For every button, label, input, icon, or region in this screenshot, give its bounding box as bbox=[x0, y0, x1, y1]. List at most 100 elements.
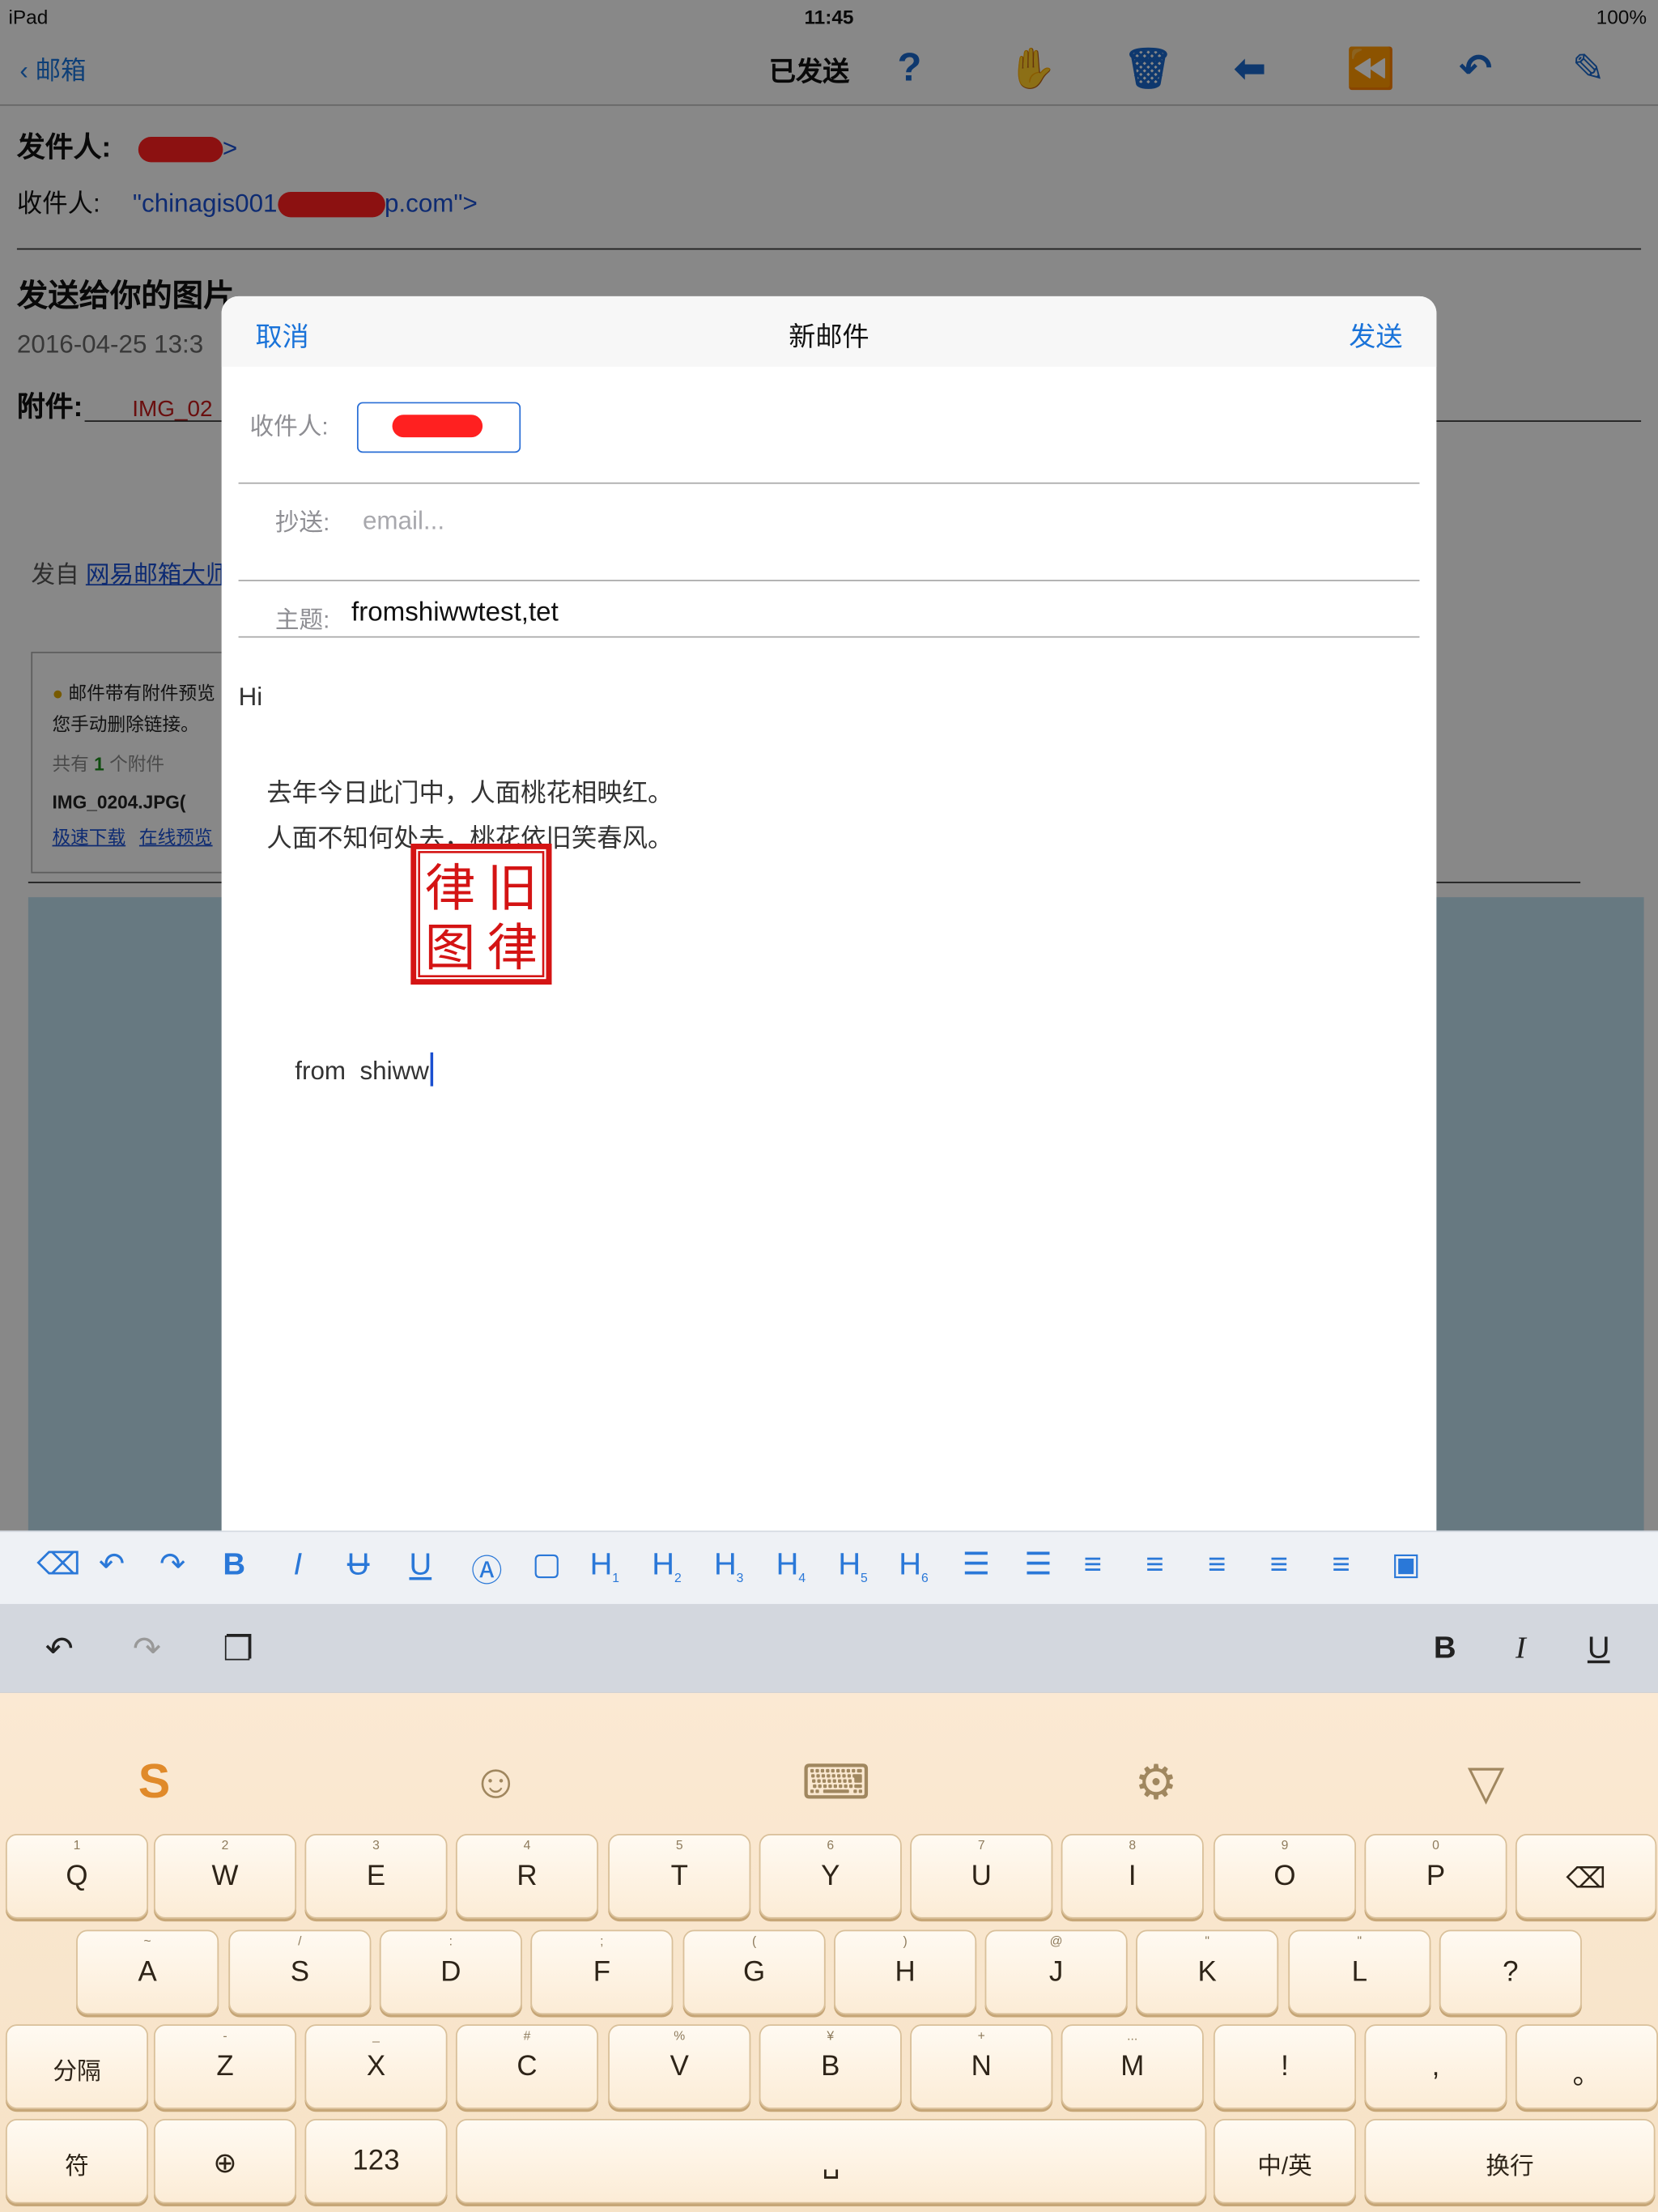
key-label: H bbox=[895, 1956, 916, 1988]
bold-button[interactable]: B bbox=[1434, 1629, 1456, 1665]
key-secondary-label: 5 bbox=[675, 1838, 683, 1853]
italic-button[interactable]: I bbox=[1516, 1629, 1526, 1665]
key-1-3[interactable]: 3E bbox=[304, 1834, 448, 1919]
send-button[interactable]: 发送 bbox=[1349, 316, 1402, 354]
hide-keyboard-icon[interactable]: ▽ bbox=[1468, 1755, 1505, 1811]
redo-icon[interactable]: ↷ bbox=[159, 1546, 185, 1583]
divider bbox=[238, 580, 1420, 581]
key-4-3[interactable]: 123 bbox=[304, 2119, 448, 2204]
key-4-5[interactable]: 中/英 bbox=[1213, 2119, 1357, 2204]
ordered-list-icon[interactable]: ≡ bbox=[1084, 1546, 1102, 1583]
key-label: C bbox=[517, 2051, 538, 2082]
key-1-9[interactable]: 9O bbox=[1213, 1834, 1357, 1919]
outdent-icon[interactable]: ☰ bbox=[1024, 1546, 1052, 1583]
key-secondary-label: ( bbox=[752, 1933, 757, 1949]
align-right-icon[interactable]: ≡ bbox=[1332, 1546, 1350, 1583]
backspace-key[interactable]: ⌫ bbox=[1515, 1834, 1657, 1919]
align-center-icon[interactable]: ≡ bbox=[1270, 1546, 1288, 1583]
h5-icon[interactable]: H5 bbox=[838, 1546, 867, 1585]
key-label: Q bbox=[66, 1861, 88, 1892]
key-4-6[interactable]: 换行 bbox=[1364, 2119, 1656, 2204]
key-2-8[interactable]: " K bbox=[1136, 1929, 1279, 2015]
key-4-2[interactable]: ⊕ bbox=[153, 2119, 297, 2204]
key-3-2[interactable]: -Z bbox=[153, 2024, 297, 2109]
indent-icon[interactable]: ☰ bbox=[963, 1546, 990, 1583]
key-1-1[interactable]: 1Q bbox=[5, 1834, 149, 1919]
underline-button[interactable]: U bbox=[1588, 1629, 1610, 1665]
h3-icon[interactable]: H3 bbox=[714, 1546, 743, 1585]
key-1-10[interactable]: 0P bbox=[1364, 1834, 1507, 1919]
key-2-4[interactable]: ; F bbox=[530, 1929, 674, 2015]
bold-icon[interactable]: B bbox=[223, 1546, 245, 1583]
key-secondary-label: : bbox=[449, 1933, 453, 1949]
key-label: O bbox=[1273, 1861, 1296, 1892]
backspace-icon: ⌫ bbox=[1566, 1863, 1606, 1895]
insert-image-icon[interactable]: ▣ bbox=[1392, 1546, 1421, 1583]
key-3-11[interactable]: 。 bbox=[1515, 2024, 1658, 2109]
settings-gear-icon[interactable]: ⚙ bbox=[1134, 1755, 1177, 1811]
body-editor[interactable]: Hi 去年今日此门中，人面桃花相映红。 人面不知何处去，桃花依旧笑春风。 bbox=[222, 638, 1437, 1538]
key-3-3[interactable]: _ X bbox=[304, 2024, 448, 2109]
key-3-6[interactable]: ¥ B bbox=[759, 2024, 902, 2109]
key-3-4[interactable]: # C bbox=[455, 2024, 599, 2109]
cc-input[interactable]: email... bbox=[363, 507, 444, 537]
key-3-1[interactable]: 分隔 bbox=[5, 2024, 149, 2109]
h2-icon[interactable]: H2 bbox=[652, 1546, 681, 1585]
key-3-9[interactable]: ! bbox=[1213, 2024, 1357, 2109]
emoji-icon[interactable]: ☺ bbox=[471, 1755, 521, 1810]
recipient-chip[interactable] bbox=[356, 402, 521, 453]
key-3-7[interactable]: + N bbox=[910, 2024, 1053, 2109]
key-2-6[interactable]: ) H bbox=[834, 1929, 977, 2015]
key-4-1[interactable]: 符 bbox=[5, 2119, 149, 2204]
key-secondary-label: 7 bbox=[977, 1838, 985, 1853]
body-signature: from shiww bbox=[295, 1057, 429, 1085]
key-1-6[interactable]: 6Y bbox=[759, 1834, 902, 1919]
key-1-8[interactable]: 8I bbox=[1061, 1834, 1204, 1919]
key-2-10[interactable]: ? bbox=[1439, 1929, 1582, 2015]
key-2-1[interactable]: ~ A bbox=[76, 1929, 219, 2015]
align-left-icon[interactable]: ≡ bbox=[1208, 1546, 1226, 1583]
screen: iPad 11:45 100% ‹ 邮箱 已发送 ? ✋ 🗑 ⬅ ⏪ ↶ ✎ 发… bbox=[0, 0, 1658, 2212]
key-secondary-label: + bbox=[977, 2028, 985, 2043]
key-label: E bbox=[366, 1861, 386, 1892]
undo-icon[interactable]: ↶ bbox=[45, 1629, 74, 1670]
key-2-7[interactable]: @ J bbox=[984, 1929, 1128, 2015]
key-label: L bbox=[1351, 1956, 1368, 1988]
italic-icon[interactable]: I bbox=[294, 1546, 303, 1583]
paste-icon[interactable]: ❐ bbox=[223, 1629, 253, 1670]
key-1-2[interactable]: 2W bbox=[153, 1834, 297, 1919]
key-3-8[interactable]: ... M bbox=[1061, 2024, 1204, 2109]
format-toolbar: ⌫ ↶ ↷ B I U U Ⓐ ▢ H1 H2 H3 H4 H5 H6 ☰ ☰ … bbox=[0, 1530, 1658, 1606]
strikethrough-icon[interactable]: U bbox=[347, 1546, 370, 1583]
key-4-4[interactable]: ␣ bbox=[455, 2119, 1207, 2204]
undo-icon[interactable]: ↶ bbox=[99, 1546, 125, 1583]
key-2-2[interactable]: / S bbox=[228, 1929, 372, 2015]
compose-title: 新邮件 bbox=[789, 322, 869, 353]
key-3-10[interactable]: , bbox=[1364, 2024, 1507, 2109]
sogou-logo-icon[interactable]: S bbox=[138, 1755, 171, 1810]
highlight-icon[interactable]: ▢ bbox=[532, 1546, 561, 1583]
keyboard-icon[interactable]: ⌨ bbox=[801, 1755, 871, 1811]
subject-input[interactable]: fromshiwwtest,tet bbox=[351, 598, 559, 629]
redo-icon[interactable]: ↷ bbox=[133, 1629, 161, 1670]
key-3-5[interactable]: % V bbox=[608, 2024, 751, 2109]
key-label: K bbox=[1197, 1956, 1217, 1988]
key-2-3[interactable]: :D bbox=[379, 1929, 522, 2015]
unordered-list-icon[interactable]: ≡ bbox=[1146, 1546, 1163, 1583]
key-1-5[interactable]: 5T bbox=[608, 1834, 751, 1919]
redaction-mark bbox=[392, 415, 483, 438]
key-2-9[interactable]: " L bbox=[1288, 1929, 1431, 2015]
key-label: S bbox=[290, 1956, 310, 1988]
h6-icon[interactable]: H6 bbox=[899, 1546, 928, 1585]
signature-line: from shiww bbox=[295, 1052, 434, 1087]
key-2-5[interactable]: (G bbox=[682, 1929, 826, 2015]
key-secondary-label: ¥ bbox=[827, 2028, 835, 2043]
font-color-icon[interactable]: Ⓐ bbox=[471, 1546, 502, 1592]
key-label: 。 bbox=[1572, 2059, 1601, 2091]
key-1-7[interactable]: 7U bbox=[910, 1834, 1053, 1919]
eraser-icon[interactable]: ⌫ bbox=[36, 1546, 80, 1583]
key-1-4[interactable]: 4R bbox=[455, 1834, 599, 1919]
underline-icon[interactable]: U bbox=[409, 1546, 432, 1583]
h1-icon[interactable]: H1 bbox=[590, 1546, 619, 1585]
h4-icon[interactable]: H4 bbox=[776, 1546, 806, 1585]
